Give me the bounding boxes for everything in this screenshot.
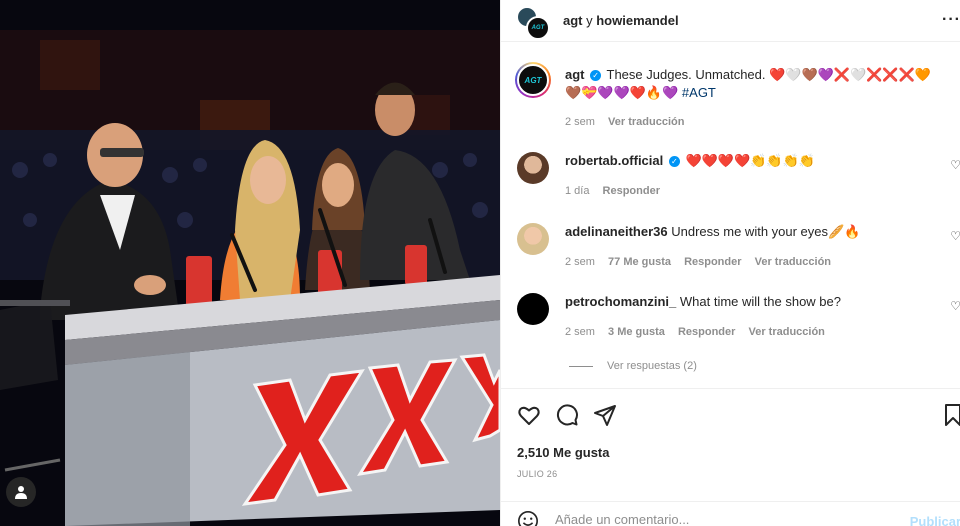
add-comment-bar: Publicar — [501, 501, 960, 526]
comment-like-icon[interactable]: ♡ — [950, 158, 960, 172]
comment-avatar[interactable] — [517, 293, 549, 325]
verified-icon: ✓ — [590, 70, 602, 82]
more-icon: ··· — [942, 11, 960, 28]
comment-time[interactable]: 1 día — [565, 185, 589, 197]
comment-meta: 2 sem 77 Me gusta Responder Ver traducci… — [565, 256, 841, 268]
comment-meta: 2 sem 3 Me gusta Responder Ver traducció… — [565, 326, 835, 338]
comment-translate-link[interactable]: Ver traducción — [748, 326, 824, 338]
likes-count[interactable]: 2,510 Me gusta — [517, 445, 610, 460]
collab-avatars[interactable]: AGT — [516, 6, 552, 40]
post-side-panel: AGT agt y howiemandel ··· AGT agt ✓ Thes… — [500, 0, 960, 526]
caption-username[interactable]: agt — [565, 67, 585, 82]
comment-username[interactable]: robertab.official — [565, 153, 663, 168]
user-tag-button[interactable] — [6, 477, 36, 507]
post-header: AGT agt y howiemandel ··· — [501, 0, 960, 42]
comment-reply-link[interactable]: Responder — [678, 326, 735, 338]
comment-text: adelinaneither36 Undress me with your ey… — [565, 223, 949, 241]
bookmark-icon[interactable] — [941, 403, 960, 427]
comment-avatar[interactable] — [517, 152, 549, 184]
post-date[interactable]: JULIO 26 — [517, 469, 557, 479]
comment-time[interactable]: 2 sem — [565, 326, 595, 338]
comment-reply-link[interactable]: Responder — [603, 185, 660, 197]
comment-body: ❤️❤️❤️❤️👏👏👏👏 — [685, 153, 816, 168]
caption-meta: 2 sem Ver traducción — [565, 116, 694, 128]
author-link-howiemandel[interactable]: howiemandel — [596, 13, 678, 28]
comment-text: robertab.official ✓ ❤️❤️❤️❤️👏👏👏👏 — [565, 152, 949, 170]
comment-like-icon[interactable]: ♡ — [950, 229, 960, 243]
comment-meta: 1 día Responder — [565, 185, 670, 197]
caption-time[interactable]: 2 sem — [565, 116, 595, 128]
comment-input[interactable] — [555, 512, 875, 526]
comment-text: petrochomanzini_ What time will the show… — [565, 293, 949, 311]
replies-divider — [569, 365, 593, 367]
post-image[interactable] — [0, 0, 500, 526]
comment-likes[interactable]: 3 Me gusta — [608, 326, 665, 338]
heart-icon[interactable] — [517, 403, 541, 427]
caption-translate-link[interactable]: Ver traducción — [608, 116, 684, 128]
caption-avatar[interactable]: AGT — [515, 62, 551, 98]
comment-reply-link[interactable]: Responder — [684, 256, 741, 268]
view-replies-label: Ver respuestas (2) — [607, 360, 697, 372]
comment-icon[interactable] — [555, 403, 579, 427]
comment-translate-link[interactable]: Ver traducción — [755, 256, 831, 268]
user-tag-icon — [15, 486, 27, 499]
post-actions: 2,510 Me gusta JULIO 26 Publicar — [501, 388, 960, 526]
verified-icon: ✓ — [668, 156, 680, 168]
avatar-agt[interactable]: AGT — [526, 16, 550, 40]
caption-body-2: 🤎💝💜💜❤️🔥💜 — [565, 85, 682, 100]
emoji-icon[interactable] — [517, 510, 539, 526]
caption-body: These Judges. Unmatched. ❤️🤍🤎💜❌🤍❌❌❌🧡 — [606, 67, 931, 82]
send-icon[interactable] — [593, 403, 617, 427]
author-conjunction: y — [582, 13, 597, 28]
comment-body: What time will the show be? — [679, 294, 841, 309]
comment-likes[interactable]: 77 Me gusta — [608, 256, 671, 268]
comment-avatar[interactable] — [517, 223, 549, 255]
author-link-agt[interactable]: agt — [563, 13, 583, 28]
judges-photo — [0, 0, 500, 526]
more-options-button[interactable]: ··· — [942, 11, 960, 29]
comment-username[interactable]: petrochomanzini_ — [565, 294, 676, 309]
post-authors: agt y howiemandel — [563, 13, 679, 28]
caption-text: agt ✓ These Judges. Unmatched. ❤️🤍🤎💜❌🤍❌❌… — [565, 66, 949, 102]
hashtag-link[interactable]: #AGT — [682, 85, 716, 100]
comment-like-icon[interactable]: ♡ — [950, 299, 960, 313]
comment-time[interactable]: 2 sem — [565, 256, 595, 268]
comment-body: Undress me with your eyes🥖🔥 — [671, 224, 861, 239]
view-replies-link[interactable]: Ver respuestas (2) — [569, 360, 697, 372]
comment-username[interactable]: adelinaneither36 — [565, 224, 668, 239]
publish-button[interactable]: Publicar — [910, 514, 960, 526]
